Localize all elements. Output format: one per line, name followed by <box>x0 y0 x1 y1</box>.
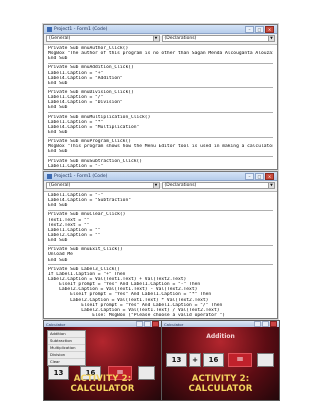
app-title: Calculator <box>46 321 66 327</box>
titlebar: Project1 - Form1 (Code) – □ × <box>44 25 277 34</box>
object-dropdown[interactable]: (General) ▼ <box>46 35 160 42</box>
menu-item[interactable]: Subtraction <box>48 338 85 345</box>
operand2-field[interactable]: 16 <box>203 353 224 367</box>
maximize-icon[interactable]: □ <box>255 172 264 180</box>
procedure-dropdown[interactable]: (Declarations) ▼ <box>161 35 275 42</box>
code-editor[interactable]: Private Sub mnuAuthor_Click() MsgBox "The… <box>44 45 277 170</box>
operator-label: + <box>189 353 201 367</box>
vb-app-icon <box>47 173 52 179</box>
chevron-down-icon[interactable]: ▼ <box>152 36 159 41</box>
app-body: Addition 13 + 16 = ACTIVITY 2: CALCULATO… <box>162 327 279 400</box>
menu-item[interactable]: Addition <box>48 331 85 338</box>
code-line[interactable]: MsgBox "This program shows how the Menu … <box>48 144 273 149</box>
maximize-icon[interactable]: □ <box>255 25 264 33</box>
minimize-icon[interactable]: – <box>245 25 254 33</box>
procedure-dropdown-value: (Declarations) <box>164 183 197 188</box>
app-title: Calculator <box>164 321 184 327</box>
code-line[interactable]: End Sub <box>48 258 273 263</box>
procedure-separator <box>48 136 273 138</box>
procedure-separator <box>48 264 273 266</box>
code-line[interactable]: End Sub <box>48 81 273 86</box>
titlebar: Project1 - Form1 (Code) – □ × <box>44 172 277 181</box>
code-line[interactable]: End If <box>48 318 273 319</box>
code-line[interactable]: MsgBox "The author of this program is no… <box>48 51 273 56</box>
minimize-icon[interactable]: – <box>245 172 254 180</box>
code-window-2: Project1 - Form1 (Code) – □ × (General) … <box>43 171 278 319</box>
code-line[interactable]: End Sub <box>48 203 273 208</box>
calculator-window-menu: Calculator Addition Subtraction Multiplica… <box>43 320 162 401</box>
close-icon[interactable]: × <box>265 25 274 33</box>
code-line[interactable]: End Sub <box>48 56 273 61</box>
equals-button[interactable]: = <box>228 353 252 367</box>
chevron-down-icon[interactable]: ▼ <box>268 36 274 41</box>
code-line[interactable]: End Sub <box>48 130 273 135</box>
operation-label: Addition <box>206 333 235 340</box>
result-field <box>257 353 274 367</box>
menu-item[interactable]: Multiplication <box>48 345 85 352</box>
procedure-separator <box>48 62 273 64</box>
activity-banner: ACTIVITY 2: CALCULATOR <box>70 374 135 394</box>
chevron-down-icon[interactable]: ▼ <box>152 183 159 188</box>
calculator-window-addition: Calculator Addition 13 + 16 = ACTIVITY 2… <box>161 320 280 401</box>
menu-item[interactable]: Division <box>48 352 85 359</box>
object-dropdown-value: (General) <box>49 183 71 188</box>
procedure-separator <box>48 87 273 89</box>
procedure-separator <box>48 244 273 246</box>
menu-item[interactable]: Clear <box>48 359 85 365</box>
code-window-1: Project1 - Form1 (Code) – □ × (General) … <box>43 24 278 170</box>
object-dropdown[interactable]: (General) ▼ <box>46 182 160 189</box>
operand1-field[interactable]: 13 <box>166 353 187 367</box>
procedure-separator <box>48 156 273 158</box>
operation-menu: Addition Subtraction Multiplication Divisio… <box>47 330 86 366</box>
procedure-dropdown[interactable]: (Declarations) ▼ <box>161 182 275 189</box>
code-line[interactable]: End Sub <box>48 105 273 110</box>
vb-app-icon <box>47 26 52 32</box>
procedure-separator <box>48 112 273 114</box>
code-editor[interactable]: Label1.Caption = "-" Label4.Caption = "Su… <box>44 192 277 319</box>
procedure-dropdown-value: (Declarations) <box>164 36 197 41</box>
code-line[interactable]: End Sub <box>48 238 273 243</box>
code-line[interactable]: End Sub <box>48 149 273 154</box>
window-title: Project1 - Form1 (Code) <box>54 173 108 179</box>
procedure-separator <box>48 209 273 211</box>
code-line[interactable]: Label4.Caption = "Subtraction" <box>48 169 273 170</box>
activity-banner: ACTIVITY 2: CALCULATOR <box>188 374 253 394</box>
window-title: Project1 - Form1 (Code) <box>54 26 108 32</box>
app-body: Addition Subtraction Multiplication Divisio… <box>44 327 161 400</box>
chevron-down-icon[interactable]: ▼ <box>268 183 274 188</box>
close-icon[interactable]: × <box>265 172 274 180</box>
object-dropdown-value: (General) <box>49 36 71 41</box>
